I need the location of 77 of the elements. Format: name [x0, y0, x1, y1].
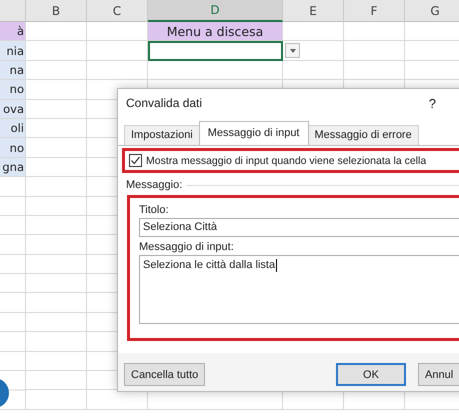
group-label: Messaggio: — [126, 179, 182, 191]
table-cell[interactable] — [26, 254, 87, 274]
table-cell: oli — [0, 118, 26, 138]
table-cell[interactable] — [0, 312, 26, 332]
table-cell[interactable] — [26, 390, 87, 410]
table-cell[interactable] — [0, 196, 26, 216]
caret-icon — [290, 48, 296, 53]
column-header[interactable] — [0, 0, 26, 22]
table-cell[interactable] — [0, 352, 26, 372]
field-label: Messaggio di input: — [139, 240, 235, 255]
tab[interactable]: Impostazioni — [124, 125, 200, 145]
checkbox-label: Mostra messaggio di input quando viene selezionata la cella — [146, 154, 426, 166]
table-cell[interactable] — [0, 371, 26, 410]
table-cell: gna — [0, 158, 26, 178]
table-cell[interactable] — [283, 41, 344, 61]
window-title: Convalida dati — [126, 96, 202, 110]
table-cell[interactable] — [26, 293, 87, 313]
table-cell: à — [0, 22, 26, 42]
table-cell[interactable] — [26, 60, 87, 80]
field-value: Seleziona le città dalla lista — [143, 258, 276, 271]
table-cell: no — [0, 138, 26, 158]
table-cell: no — [0, 80, 26, 100]
table-cell[interactable] — [26, 235, 87, 255]
column-header[interactable]: F — [344, 0, 405, 22]
table-cell[interactable] — [0, 216, 26, 236]
column-header[interactable]: C — [87, 0, 148, 22]
table-cell[interactable] — [344, 22, 405, 42]
table-cell[interactable] — [26, 138, 87, 158]
table-cell[interactable] — [26, 332, 87, 352]
table-cell[interactable] — [26, 274, 87, 294]
button[interactable]: OK — [336, 363, 406, 386]
field-value: Seleziona Città — [143, 221, 217, 234]
table-cell[interactable] — [26, 196, 87, 216]
button[interactable]: Annul — [418, 363, 459, 386]
table-cell[interactable] — [0, 293, 26, 313]
table-cell[interactable] — [283, 22, 344, 42]
button[interactable]: Cancella tutto — [124, 363, 206, 386]
table-cell: ova — [0, 100, 26, 119]
checkbox[interactable] — [129, 154, 142, 167]
tab[interactable]: Messaggio di input — [198, 121, 308, 145]
table-cell[interactable] — [87, 41, 148, 61]
table-cell[interactable] — [148, 60, 283, 80]
table-cell[interactable] — [26, 216, 87, 236]
tab[interactable]: Messaggio di errore — [308, 125, 419, 145]
table-cell[interactable] — [26, 371, 87, 390]
table-cell: Menu a discesa — [148, 22, 283, 42]
table-cell[interactable] — [0, 177, 26, 197]
table-cell[interactable] — [0, 254, 26, 274]
table-cell[interactable] — [26, 41, 87, 61]
dropdown-button[interactable] — [285, 43, 300, 58]
help-button[interactable]: ? — [428, 96, 436, 110]
table-cell[interactable] — [26, 312, 87, 332]
table-cell[interactable] — [26, 80, 87, 100]
table-cell: na — [0, 60, 26, 80]
table-cell[interactable] — [26, 100, 87, 119]
table-cell: nia — [0, 41, 26, 61]
table-cell[interactable] — [26, 177, 87, 197]
selected-cell[interactable] — [148, 41, 283, 61]
input-field[interactable]: Seleziona Città — [139, 218, 459, 237]
column-header[interactable]: B — [26, 0, 87, 22]
column-header[interactable]: G — [405, 0, 459, 22]
table-cell[interactable] — [344, 60, 405, 80]
table-cell[interactable] — [0, 235, 26, 255]
table-cell[interactable] — [26, 158, 87, 178]
column-header[interactable]: E — [283, 0, 344, 22]
table-cell[interactable] — [26, 22, 87, 42]
column-header[interactable]: D — [148, 0, 283, 22]
message-field[interactable]: Seleziona le città dalla lista — [139, 254, 459, 324]
text-cursor — [276, 258, 278, 272]
table-cell[interactable] — [283, 60, 344, 80]
table-cell[interactable] — [0, 274, 26, 294]
table-cell[interactable] — [0, 332, 26, 352]
table-cell[interactable] — [26, 118, 87, 138]
field-label: Titolo: — [139, 202, 170, 218]
table-cell[interactable] — [26, 352, 87, 372]
table-cell[interactable] — [344, 41, 405, 61]
table-cell[interactable] — [87, 60, 148, 80]
